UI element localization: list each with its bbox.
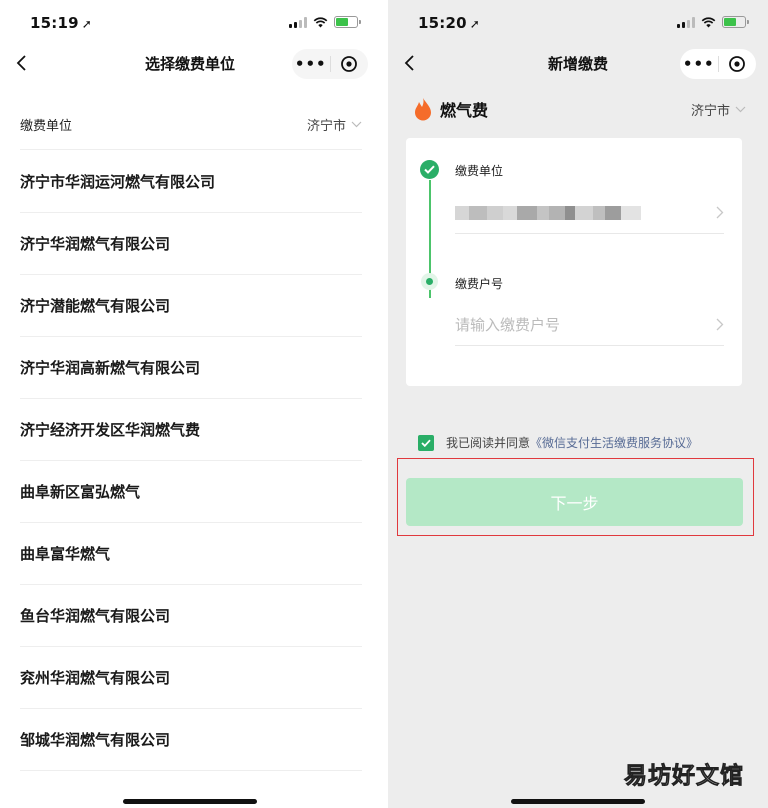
company-item[interactable]: 曲阜新区富弘燃气 (20, 461, 362, 523)
select-payment-unit-screen: 15:19 ➚ 选择缴费单位 ••• 缴费单位 济宁市 济宁市华润运河燃气有限公司… (0, 0, 380, 808)
home-indicator (123, 799, 257, 804)
battery-icon (334, 16, 361, 28)
agreement-text: 我已阅读并同意 (446, 436, 531, 450)
status-time: 15:19 (30, 14, 79, 32)
watermark: 易坊好文馆 (624, 763, 744, 790)
cellular-signal-icon (677, 16, 695, 28)
account-number-field (455, 304, 724, 346)
cellular-signal-icon (289, 16, 307, 28)
close-target-icon[interactable] (331, 55, 369, 73)
company-item[interactable]: 济宁潜能燃气有限公司 (20, 275, 362, 337)
chevron-right-icon (716, 318, 724, 331)
step-complete-check-icon (420, 160, 439, 179)
company-item[interactable]: 济宁市华润运河燃气有限公司 (20, 151, 362, 213)
company-item[interactable]: 济宁经济开发区华润燃气费 (20, 399, 362, 461)
masked-unit-value (455, 205, 641, 220)
location-arrow-icon: ➚ (81, 17, 93, 31)
account-number-input[interactable] (455, 315, 675, 334)
city-name: 济宁市 (690, 103, 730, 119)
unit-header-label: 缴费单位 (20, 119, 73, 134)
agreement-checkbox[interactable] (418, 434, 434, 451)
mini-program-capsule: ••• (292, 49, 368, 79)
payment-form-card: 缴费单位 缴费户号 (406, 138, 742, 386)
status-bar: 15:20 ➚ (388, 0, 768, 46)
nav-bar: 选择缴费单位 ••• (0, 46, 380, 82)
company-item[interactable]: 兖州华润燃气有限公司 (20, 647, 362, 709)
step-current-dot-icon (421, 273, 438, 290)
battery-icon (722, 16, 749, 28)
account-step-label: 缴费户号 (455, 277, 504, 291)
unit-header-row: 缴费单位 济宁市 (20, 100, 362, 150)
close-target-icon[interactable] (719, 55, 757, 73)
home-indicator (511, 799, 645, 804)
screen-divider (380, 0, 388, 808)
flame-icon (415, 98, 431, 121)
checkmark-icon (421, 439, 431, 447)
status-time: 15:20 (418, 14, 467, 32)
agreement-link[interactable]: 《微信支付生活缴费服务协议》 (530, 436, 698, 450)
more-icon[interactable]: ••• (292, 50, 330, 78)
company-item[interactable]: 鱼台华润燃气有限公司 (20, 585, 362, 647)
agreement-row: 我已阅读并同意《微信支付生活缴费服务协议》 (418, 434, 698, 451)
company-item[interactable]: 邹城华润燃气有限公司 (20, 709, 362, 771)
company-list: 济宁市华润运河燃气有限公司 济宁华润燃气有限公司 济宁潜能燃气有限公司 济宁华润… (20, 151, 362, 771)
category-row: 燃气费 济宁市 (414, 92, 746, 126)
unit-step-label: 缴费单位 (455, 164, 504, 178)
company-item[interactable]: 济宁华润燃气有限公司 (20, 213, 362, 275)
status-bar: 15:19 ➚ (0, 0, 380, 46)
more-icon[interactable]: ••• (680, 50, 718, 78)
wifi-icon (701, 16, 716, 28)
city-name: 济宁市 (306, 119, 346, 134)
chevron-right-icon (716, 206, 724, 219)
mini-program-capsule: ••• (680, 49, 756, 79)
chevron-down-icon (351, 121, 362, 128)
nav-bar: 新增缴费 ••• (388, 46, 768, 82)
city-selector[interactable]: 济宁市 (307, 115, 362, 134)
next-step-button[interactable]: 下一步 (406, 478, 743, 526)
new-payment-screen: 15:20 ➚ 新增缴费 ••• 燃气费 济宁市 缴费单位 缴费户号 请输入缴费… (388, 0, 768, 808)
chevron-down-icon (735, 106, 746, 112)
company-item[interactable]: 曲阜富华燃气 (20, 523, 362, 585)
payment-unit-field[interactable] (455, 192, 724, 234)
city-selector[interactable]: 济宁市 (691, 100, 746, 119)
company-item[interactable]: 济宁华润高新燃气有限公司 (20, 337, 362, 399)
location-arrow-icon: ➚ (469, 17, 481, 31)
wifi-icon (313, 16, 328, 28)
category-name: 燃气费 (440, 101, 489, 120)
